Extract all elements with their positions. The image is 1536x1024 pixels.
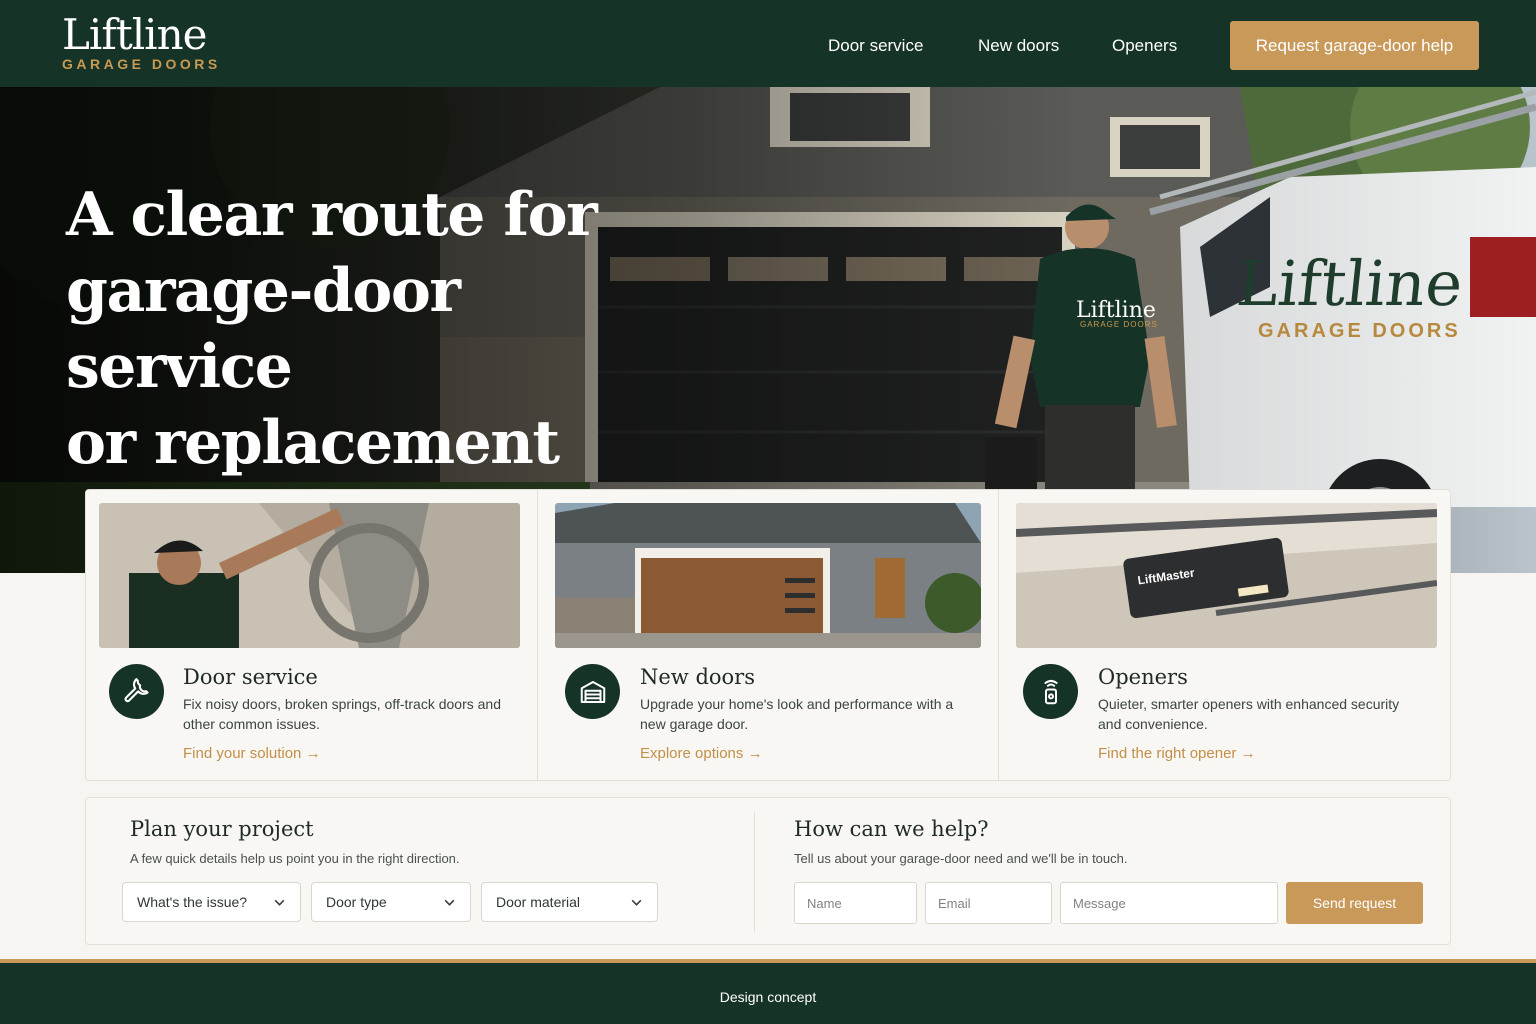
garage-icon — [565, 664, 620, 719]
chevron-down-icon — [274, 899, 285, 906]
card-description: Fix noisy doors, broken springs, off-tra… — [183, 696, 502, 732]
door-service-photo — [99, 503, 520, 648]
plan-subtitle: A few quick details help us point you in… — [130, 851, 460, 866]
plan-title: Plan your project — [130, 817, 314, 841]
find-opener-link[interactable]: Find the right opener → — [1098, 745, 1256, 762]
card-description: Quieter, smarter openers with enhanced s… — [1098, 696, 1400, 732]
service-cards: Door service Fix noisy doors, broken spr… — [85, 489, 1451, 781]
card-title: Door service — [183, 665, 318, 689]
door-material-select[interactable]: Door material — [481, 882, 658, 922]
door-type-select[interactable]: Door type — [311, 882, 471, 922]
arrow-right-icon: → — [1240, 745, 1256, 762]
arrow-right-icon: → — [747, 745, 763, 762]
nav-door-service[interactable]: Door service — [828, 36, 923, 56]
card-openers[interactable]: LiftMaster Openers Quieter, smarter open… — [999, 490, 1451, 780]
select-value: What's the issue? — [137, 894, 248, 910]
project-panel: Plan your project A few quick details he… — [85, 797, 1451, 945]
site-header: Liftline GARAGE DOORS Door service New d… — [0, 0, 1536, 87]
card-description: Upgrade your home's look and performance… — [640, 696, 954, 732]
remote-icon — [1023, 664, 1078, 719]
hero-title-line-2: garage-door service — [66, 256, 461, 402]
arrow-right-icon: → — [305, 745, 321, 762]
nav-new-doors[interactable]: New doors — [978, 36, 1059, 56]
find-solution-link[interactable]: Find your solution → — [183, 745, 321, 762]
link-label: Explore options — [640, 745, 744, 762]
name-field[interactable] — [794, 882, 917, 924]
card-new-doors[interactable]: New doors Upgrade your home's look and p… — [538, 490, 998, 780]
link-label: Find the right opener — [1098, 745, 1237, 762]
send-request-button[interactable]: Send request — [1286, 882, 1423, 924]
footer-note: Design concept — [719, 989, 817, 1005]
wrench-icon — [109, 664, 164, 719]
card-door-service[interactable]: Door service Fix noisy doors, broken spr… — [86, 490, 537, 780]
link-label: Find your solution — [183, 745, 302, 762]
new-doors-photo — [555, 503, 981, 648]
openers-photo: LiftMaster — [1016, 503, 1437, 648]
select-value: Door material — [496, 894, 581, 910]
request-help-button[interactable]: Request garage-door help — [1230, 21, 1479, 70]
nav-openers[interactable]: Openers — [1112, 36, 1177, 56]
logo[interactable]: Liftline GARAGE DOORS — [62, 10, 221, 73]
help-subtitle: Tell us about your garage-door need and … — [794, 851, 1128, 866]
help-title: How can we help? — [794, 817, 989, 841]
issue-select[interactable]: What's the issue? — [122, 882, 301, 922]
chevron-down-icon — [631, 899, 642, 906]
card-title: Openers — [1098, 665, 1188, 689]
van-logo-tagline: GARAGE DOORS — [1258, 320, 1461, 342]
logo-wordmark: Liftline — [62, 10, 208, 59]
shirt-logo-tagline: GARAGE DOORS — [1080, 320, 1158, 329]
panel-divider — [754, 812, 755, 932]
explore-options-link[interactable]: Explore options → — [640, 745, 763, 762]
select-value: Door type — [326, 894, 387, 910]
chevron-down-icon — [444, 899, 455, 906]
hero-title: A clear route for garage-door service or… — [66, 177, 686, 481]
site-footer: Design concept — [0, 959, 1536, 1024]
van-logo-wordmark: Liftline — [1234, 247, 1467, 320]
card-title: New doors — [640, 665, 755, 689]
hero-title-line-1: A clear route for — [66, 180, 598, 250]
logo-tagline: GARAGE DOORS — [62, 56, 221, 72]
message-field[interactable] — [1060, 882, 1278, 924]
email-field[interactable] — [925, 882, 1052, 924]
hero-title-line-3: or replacement — [66, 408, 560, 478]
